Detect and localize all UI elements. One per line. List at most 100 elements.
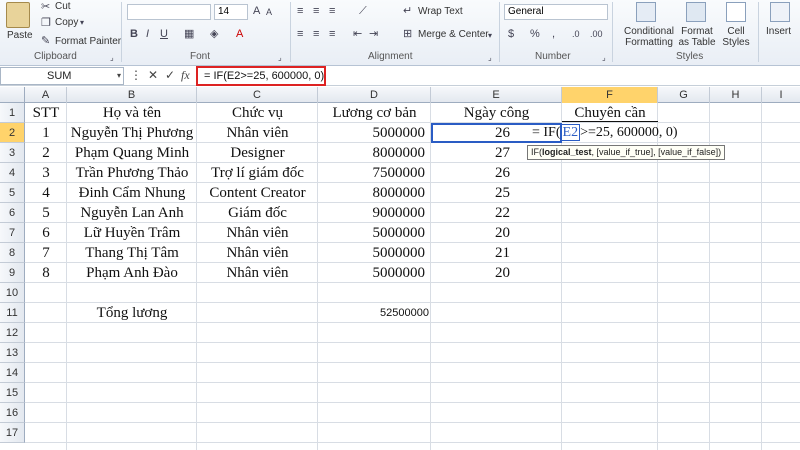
column-header-e[interactable]: E <box>431 87 562 103</box>
row-header-4[interactable]: 4 <box>0 163 25 183</box>
currency-icon[interactable]: $ <box>508 28 514 40</box>
cell-e7[interactable]: 20 <box>431 223 562 243</box>
insert-function-icon[interactable]: fx <box>181 68 190 83</box>
align-top-icon[interactable]: ≡ <box>297 5 303 17</box>
font-color-icon[interactable]: A <box>236 28 243 40</box>
cancel-icon[interactable]: ✕ <box>148 68 158 82</box>
font-size-dropdown[interactable]: 14 <box>214 4 248 20</box>
copy-dropdown-icon[interactable]: ▾ <box>80 17 84 29</box>
cell-c8[interactable]: Nhân viên <box>197 243 318 263</box>
cell-c1[interactable]: Chức vụ <box>197 103 318 123</box>
column-header-a[interactable]: A <box>25 87 67 103</box>
cell-c7[interactable]: Nhân viên <box>197 223 318 243</box>
wrap-text-icon[interactable]: ↵ <box>403 5 412 17</box>
insert-button[interactable]: Insert <box>766 26 791 37</box>
cut-icon[interactable]: ✂ <box>41 1 50 13</box>
column-header-d[interactable]: D <box>318 87 431 103</box>
cell-b6[interactable]: Nguyễn Lan Anh <box>67 203 197 223</box>
cell-d8[interactable]: 5000000 <box>318 243 431 263</box>
cell-a7[interactable]: 6 <box>25 223 67 243</box>
cell-e6[interactable]: 22 <box>431 203 562 223</box>
cell-a2[interactable]: 1 <box>25 123 67 143</box>
column-header-h[interactable]: H <box>710 87 762 103</box>
copy-button[interactable]: Copy <box>55 17 78 28</box>
format-as-table-button[interactable]: Format as Table <box>678 26 716 48</box>
cell-c4[interactable]: Trợ lí giám đốc <box>197 163 318 183</box>
total-value-cell[interactable]: 52500000 <box>318 303 431 323</box>
row-header-5[interactable]: 5 <box>0 183 25 203</box>
row-header-10[interactable]: 10 <box>0 283 25 303</box>
format-as-table-icon[interactable] <box>686 2 706 22</box>
cell-styles-button[interactable]: Cell Styles <box>720 26 752 48</box>
increase-indent-icon[interactable]: ⇥ <box>369 28 378 40</box>
editing-formula[interactable]: = IF(E2 >=25, 600000, 0) <box>532 123 678 143</box>
percent-icon[interactable]: % <box>530 28 540 40</box>
options-handle-icon[interactable]: ⋮ <box>130 68 142 82</box>
clipboard-dialog-launcher-icon[interactable]: ⌟ <box>110 52 114 64</box>
wrap-text-button[interactable]: Wrap Text <box>418 6 463 17</box>
row-header-2[interactable]: 2 <box>0 123 25 143</box>
orientation-icon[interactable]: ⟋ <box>359 5 367 17</box>
cell-b8[interactable]: Thang Thị Tâm <box>67 243 197 263</box>
increase-font-icon[interactable]: A <box>253 5 260 17</box>
column-header-f[interactable]: F <box>562 87 658 103</box>
formula-input[interactable]: = IF(E2>=25, 600000, 0) <box>196 66 326 86</box>
cell-c2[interactable]: Nhân viên <box>197 123 318 143</box>
cell-a4[interactable]: 3 <box>25 163 67 183</box>
cell-a9[interactable]: 8 <box>25 263 67 283</box>
row-header-13[interactable]: 13 <box>0 343 25 363</box>
row-header-16[interactable]: 16 <box>0 403 25 423</box>
format-painter-button[interactable]: Format Painter <box>55 36 121 47</box>
cell-e8[interactable]: 21 <box>431 243 562 263</box>
cell-a3[interactable]: 2 <box>25 143 67 163</box>
cell-a6[interactable]: 5 <box>25 203 67 223</box>
conditional-formatting-icon[interactable] <box>636 2 656 22</box>
number-dialog-launcher-icon[interactable]: ⌟ <box>602 52 606 64</box>
cell-d4[interactable]: 7500000 <box>318 163 431 183</box>
column-header-g[interactable]: G <box>658 87 710 103</box>
decrease-font-icon[interactable]: A <box>266 6 272 18</box>
font-dialog-launcher-icon[interactable]: ⌟ <box>278 52 282 64</box>
underline-icon[interactable]: U <box>160 28 168 40</box>
row-header-9[interactable]: 9 <box>0 263 25 283</box>
cell-d9[interactable]: 5000000 <box>318 263 431 283</box>
cell-e5[interactable]: 25 <box>431 183 562 203</box>
cell-styles-icon[interactable] <box>726 2 746 22</box>
cell-a1[interactable]: STT <box>25 103 67 123</box>
row-header-11[interactable]: 11 <box>0 303 25 323</box>
cell-d6[interactable]: 9000000 <box>318 203 431 223</box>
cell-e9[interactable]: 20 <box>431 263 562 283</box>
enter-check-icon[interactable]: ✓ <box>165 68 175 82</box>
row-header-15[interactable]: 15 <box>0 383 25 403</box>
name-box[interactable]: SUM <box>0 67 124 85</box>
conditional-formatting-button[interactable]: Conditional Formatting <box>620 26 678 48</box>
cell-d7[interactable]: 5000000 <box>318 223 431 243</box>
borders-icon[interactable]: ▦ <box>184 28 194 40</box>
cell-b2[interactable]: Nguyễn Thị Phương <box>67 123 197 143</box>
font-name-dropdown[interactable] <box>127 4 211 20</box>
row-header-14[interactable]: 14 <box>0 363 25 383</box>
column-header-b[interactable]: B <box>67 87 197 103</box>
comma-style-icon[interactable]: , <box>552 28 555 40</box>
cell-b7[interactable]: Lữ Huyền Trâm <box>67 223 197 243</box>
cell-e4[interactable]: 26 <box>431 163 562 183</box>
decrease-indent-icon[interactable]: ⇤ <box>353 28 362 40</box>
italic-icon[interactable]: I <box>146 28 149 40</box>
row-header-3[interactable]: 3 <box>0 143 25 163</box>
fill-color-icon[interactable]: ◈ <box>210 28 218 40</box>
row-header-8[interactable]: 8 <box>0 243 25 263</box>
row-header-7[interactable]: 7 <box>0 223 25 243</box>
paste-icon[interactable] <box>6 2 30 28</box>
row-header-17[interactable]: 17 <box>0 423 25 443</box>
row-header-1[interactable]: 1 <box>0 103 25 123</box>
cell-b9[interactable]: Phạm Anh Đào <box>67 263 197 283</box>
cell-b4[interactable]: Trần Phương Thảo <box>67 163 197 183</box>
merge-dropdown-icon[interactable]: ▾ <box>488 30 492 42</box>
copy-icon[interactable]: ❐ <box>41 17 51 29</box>
align-bottom-icon[interactable]: ≡ <box>329 5 335 17</box>
alignment-dialog-launcher-icon[interactable]: ⌟ <box>488 52 492 64</box>
number-format-dropdown[interactable]: General <box>504 4 608 20</box>
format-painter-icon[interactable]: ✎ <box>41 35 50 47</box>
bold-icon[interactable]: B <box>130 28 138 40</box>
column-header-c[interactable]: C <box>197 87 318 103</box>
